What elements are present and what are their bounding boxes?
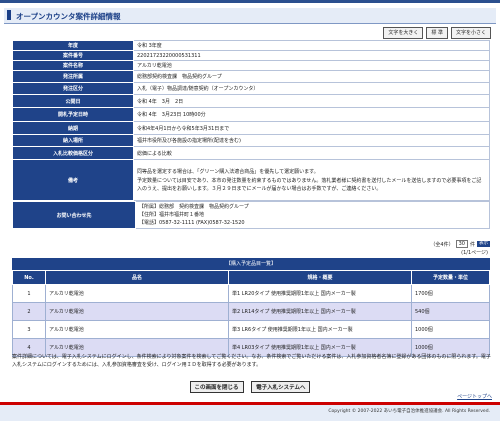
footnote: 案件詳細については、電子入札システムにログインし、条件検索により対象案件を検索し… <box>12 354 491 368</box>
page-top-link[interactable]: ページトップへ <box>457 393 492 400</box>
column-header-no: No. <box>12 270 46 285</box>
notes-label: 備考 <box>12 159 134 201</box>
column-header-name: 品名 <box>45 270 229 285</box>
contact-label: お問い合わせ先 <box>12 201 136 229</box>
detail-value: 22021723220000531311 <box>133 50 490 61</box>
notes-cell: 同等品を選定する場合は、「グリーン購入法適合商品」を優先して選定願います。 予定… <box>133 159 490 201</box>
detail-value: アルカリ乾電池 <box>133 60 490 71</box>
close-window-button[interactable]: この画面を閉じる <box>189 381 244 393</box>
contact-table: お問い合わせ先 【所属】総務部 契約検査課 物品契約グループ 【住所】福井市福井… <box>12 201 490 229</box>
detail-value: 入札（電子）物品調達/随意契約（オープンカウンタ） <box>133 82 490 95</box>
row-spec: 単2 LR14タイプ 使用推奨期限1年以上 国内メーカー製 <box>228 302 412 321</box>
detail-value: 令和 3年度 <box>133 40 490 51</box>
page-title-bar: オープンカウンタ案件詳細情報 <box>4 8 496 24</box>
detail-value: 令和 4年 3月23日 10時00分 <box>133 107 490 122</box>
note-line: 同等品を選定する場合は、「グリーン購入法適合商品」を優先して選定願います。 <box>137 168 319 175</box>
font-small-button[interactable]: 文字を小さく <box>450 27 491 39</box>
font-standard-button[interactable]: 標 準 <box>426 27 448 39</box>
row-no: 3 <box>12 320 46 339</box>
contact-line: 【住所】福井市福井町１番地 <box>139 212 205 218</box>
note-line: 予定数量については目安であり、本市の発注数量を約束するものではありません。落札業… <box>137 177 482 192</box>
title-marker <box>7 10 11 20</box>
row-name: アルカリ乾電池 <box>45 284 229 303</box>
row-qty: 540個 <box>411 302 490 321</box>
column-header-spec: 規格・概要 <box>228 270 412 285</box>
contact-line: 【所属】総務部 契約検査課 物品契約グループ <box>139 204 249 210</box>
detail-value: 総価による比較 <box>133 146 490 160</box>
action-buttons: この画面を閉じる 電子入札システムへ <box>0 381 500 393</box>
column-header-qty: 予定数量・単位 <box>411 270 490 285</box>
detail-label: 公開日 <box>12 94 134 108</box>
table-row: 3 アルカリ乾電池 単3 LR6タイプ 使用推奨期限1年以上 国内メーカー製 1… <box>12 320 490 339</box>
copyright: Copyright © 2007-2022 あいち電子自治体推進協議会. All… <box>328 409 490 414</box>
row-spec: 単3 LR6タイプ 使用推奨期限1年以上 国内メーカー製 <box>228 320 412 339</box>
detail-value: 総務部契約検査課 物品契約グループ <box>133 70 490 83</box>
detail-table: 年度 令和 3年度 案件番号 22021723220000531311 案件名称 アル… <box>12 40 490 201</box>
per-page-suffix: 件 <box>469 241 475 248</box>
detail-label: 納期 <box>12 121 134 135</box>
detail-label: 発注区分 <box>12 82 134 95</box>
page-count: (1/1ページ) <box>461 250 488 256</box>
detail-label: 案件番号 <box>12 50 134 61</box>
row-qty: 1000個 <box>411 320 490 339</box>
detail-label: 開札予定日時 <box>12 107 134 122</box>
row-name: アルカリ乾電池 <box>45 302 229 321</box>
detail-label: 年度 <box>12 40 134 51</box>
detail-label: 納入場所 <box>12 134 134 147</box>
items-title: 【購入予定品目一覧】 <box>12 258 490 270</box>
items-table: No. 品名 規格・概要 予定数量・単位 1 アルカリ乾電池 単1 LR20タイ… <box>12 270 490 357</box>
contact-line: 【電話】0587-32-1111 (FAX)0587-32-1520 <box>139 220 245 226</box>
row-no: 1 <box>12 284 46 303</box>
row-spec: 単1 LR20タイプ 使用推奨期限1年以上 国内メーカー製 <box>228 284 412 303</box>
pager: （全4件） 30 件 表示 <box>430 240 490 248</box>
display-button[interactable]: 表示 <box>477 241 490 247</box>
per-page-select[interactable]: 30 <box>455 240 468 248</box>
detail-label: 案件名称 <box>12 60 134 71</box>
detail-value: 令和4年4月1日から令和5年3月31日まで <box>133 121 490 135</box>
row-no: 2 <box>12 302 46 321</box>
e-bidding-system-button[interactable]: 電子入札システムへ <box>251 381 311 393</box>
detail-value: 福井市役所及び各施設の指定場所(配達を含む) <box>133 134 490 147</box>
page-title: オープンカウンタ案件詳細情報 <box>16 12 121 21</box>
detail-label: 発注所属 <box>12 70 134 83</box>
font-large-button[interactable]: 文字を大きく <box>383 27 424 39</box>
contact-cell: 【所属】総務部 契約検査課 物品契約グループ 【住所】福井市福井町１番地 【電話… <box>135 201 490 229</box>
footer: Copyright © 2007-2022 あいち電子自治体推進協議会. All… <box>0 402 500 421</box>
row-name: アルカリ乾電池 <box>45 320 229 339</box>
total-count: （全4件） <box>430 241 454 248</box>
top-stripe <box>0 0 500 3</box>
row-qty: 1700個 <box>411 284 490 303</box>
font-size-controls: 文字を大きく 標 準 文字を小さく <box>383 27 491 39</box>
table-row: 2 アルカリ乾電池 単2 LR14タイプ 使用推奨期限1年以上 国内メーカー製 … <box>12 302 490 321</box>
detail-value: 令和 4年 3月 2日 <box>133 94 490 108</box>
table-row: 1 アルカリ乾電池 単1 LR20タイプ 使用推奨期限1年以上 国内メーカー製 … <box>12 284 490 303</box>
detail-label: 入札比較価格区分 <box>12 146 134 160</box>
